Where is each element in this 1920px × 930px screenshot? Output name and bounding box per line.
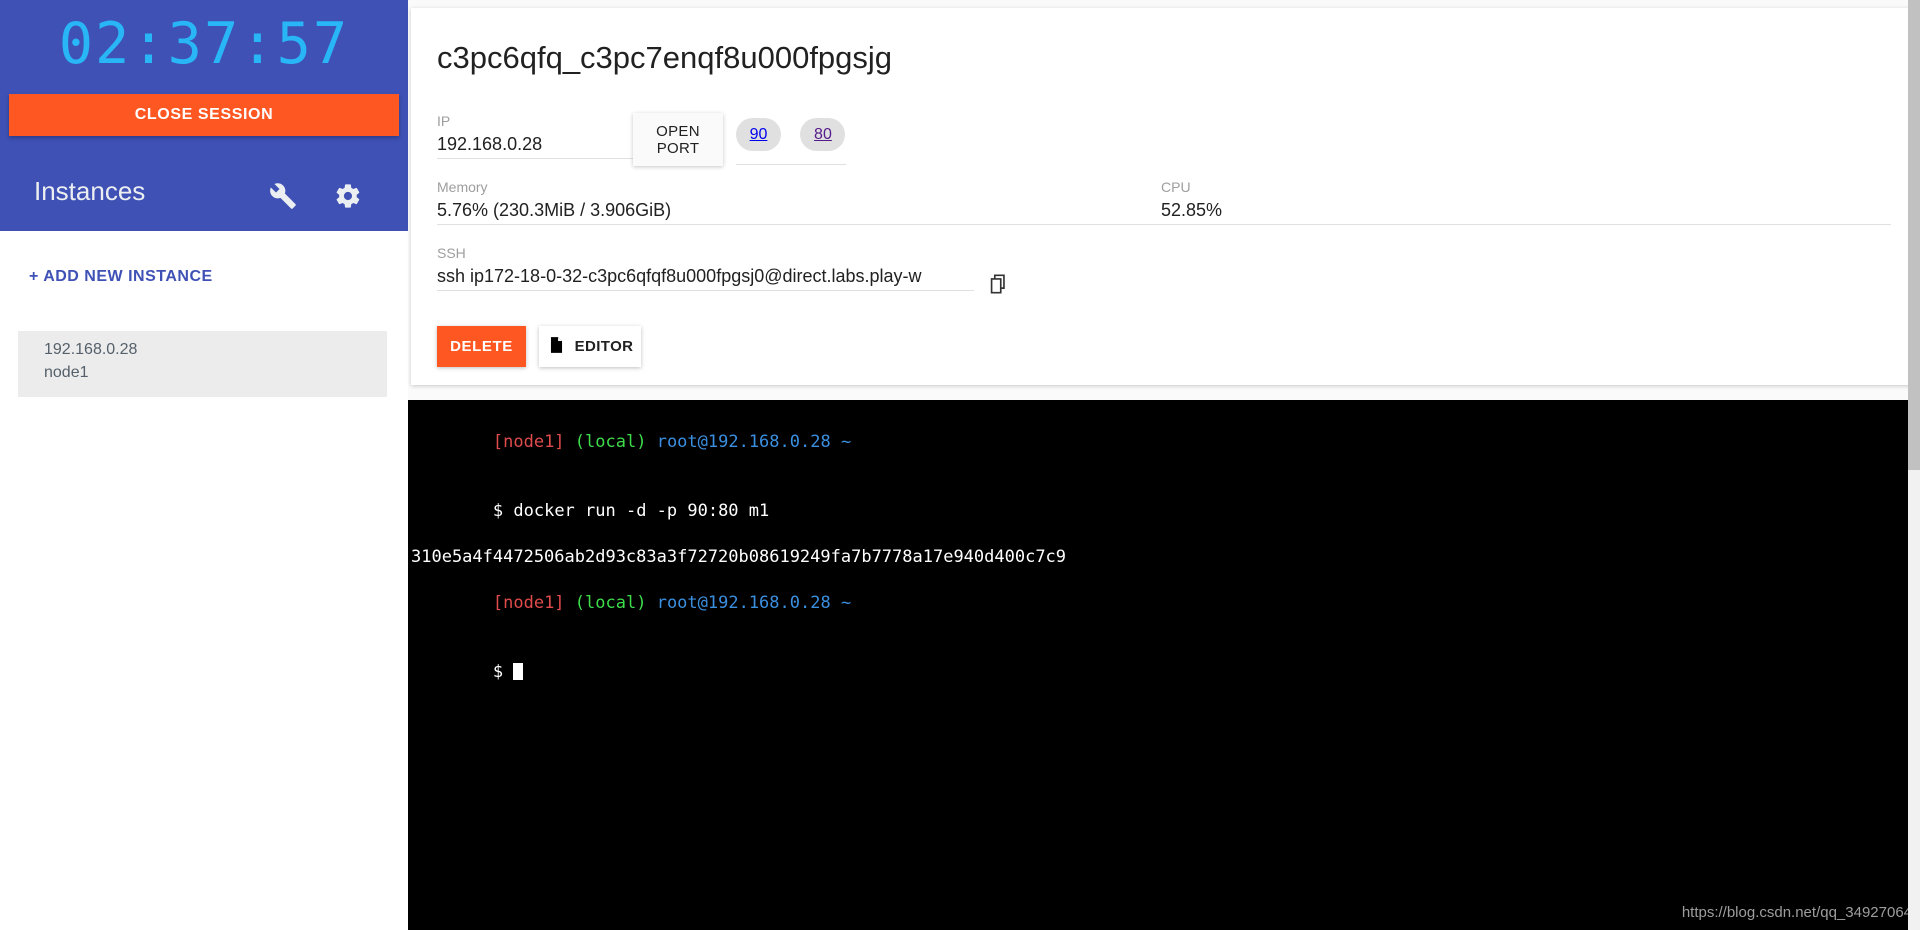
copy-icon[interactable] (987, 272, 1009, 296)
terminal-prompt-line: [node1] (local) root@192.168.0.28 ~ (411, 408, 1920, 477)
page-scrollbar-track[interactable] (1908, 0, 1920, 930)
ssh-value[interactable]: ssh ip172-18-0-32-c3pc6qfqf8u000fpgsj0@d… (437, 262, 974, 290)
port-badge-90[interactable]: 90 (736, 118, 781, 151)
watermark: https://blog.csdn.net/qq_34927064 (1681, 904, 1912, 921)
memory-value: 5.76% (230.3MiB / 3.906GiB) (437, 200, 672, 220)
cpu-field: CPU 52.85% (1161, 178, 1891, 225)
page-scrollbar-thumb[interactable] (1908, 0, 1920, 470)
memory-field: Memory 5.76% (230.3MiB / 3.906GiB) (437, 178, 1167, 225)
editor-button-label: EDITOR (574, 338, 634, 355)
add-new-instance-button[interactable]: + ADD NEW INSTANCE (29, 268, 213, 286)
port-underline (736, 164, 846, 165)
instance-list-item[interactable]: 192.168.0.28 node1 (18, 331, 387, 397)
terminal-command-text: docker run -d -p 90:80 m1 (513, 501, 770, 521)
ssh-underline (437, 290, 974, 291)
port-badge-80[interactable]: 80 (800, 118, 846, 151)
open-port-button[interactable]: OPEN PORT (633, 113, 723, 166)
terminal-output-line: 310e5a4f4472506ab2d93c83a3f72720b0861924… (411, 547, 1067, 567)
gear-icon[interactable] (334, 182, 362, 210)
port-badge-list: 90 80 (736, 118, 860, 151)
close-session-button[interactable]: CLOSE SESSION (9, 94, 399, 136)
terminal-user-2: root@192.168.0.28 (656, 593, 831, 613)
instances-title: Instances (34, 176, 146, 206)
terminal-dollar-2: $ (492, 662, 514, 682)
editor-button[interactable]: EDITOR (539, 326, 641, 367)
page-root: 02:37:57 CLOSE SESSION Instances + ADD N… (0, 0, 1920, 930)
instance-name: node1 (44, 364, 89, 381)
wrench-icon[interactable] (269, 182, 297, 210)
terminal-local-2: (local) (574, 593, 647, 613)
sidebar-header: 02:37:57 CLOSE SESSION Instances (0, 0, 408, 231)
delete-button[interactable]: DELETE (437, 326, 526, 367)
session-timer: 02:37:57 (58, 11, 350, 77)
terminal-host: [node1] (492, 432, 565, 452)
terminal-prompt-line-2: [node1] (local) root@192.168.0.28 ~ (411, 569, 1920, 638)
cpu-value: 52.85% (1161, 200, 1223, 220)
main-content: c3pc6qfq_c3pc7enqf8u000fpgsjg IP 192.168… (408, 0, 1920, 930)
terminal-dollar: $ (492, 501, 514, 521)
instance-ip: 192.168.0.28 (44, 341, 138, 358)
instances-header: Instances (0, 160, 408, 231)
terminal-input-line[interactable]: $ (411, 638, 1920, 707)
terminal-tilde-2: ~ (840, 593, 852, 613)
cpu-label: CPU (1161, 179, 1191, 195)
terminal-local: (local) (574, 432, 647, 452)
sidebar: 02:37:57 CLOSE SESSION Instances + ADD N… (0, 0, 408, 930)
terminal-command-line: $ docker run -d -p 90:80 m1 (411, 477, 1920, 546)
terminal-user: root@192.168.0.28 (656, 432, 831, 452)
ssh-label: SSH (437, 245, 466, 261)
terminal-host-2: [node1] (492, 593, 565, 613)
memory-underline (437, 224, 1167, 225)
terminal-tilde: ~ (840, 432, 852, 452)
document-icon (547, 334, 566, 360)
cpu-underline (1161, 224, 1891, 225)
instance-info-card: c3pc6qfq_c3pc7enqf8u000fpgsjg IP 192.168… (411, 8, 1916, 385)
terminal[interactable]: [node1] (local) root@192.168.0.28 ~ $ do… (408, 400, 1920, 930)
page-title: c3pc6qfq_c3pc7enqf8u000fpgsjg (437, 40, 893, 75)
memory-label: Memory (437, 179, 488, 195)
ssh-field: SSH ssh ip172-18-0-32-c3pc6qfqf8u000fpgs… (437, 244, 974, 291)
terminal-cursor (513, 663, 524, 680)
